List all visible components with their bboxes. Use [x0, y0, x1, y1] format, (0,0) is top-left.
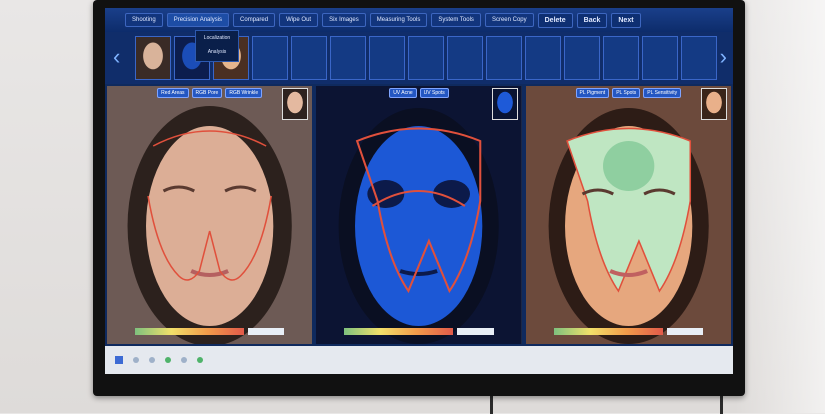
taskbar-app-icon[interactable] [133, 357, 139, 363]
chip-uv-acne[interactable]: UV Acne [389, 88, 417, 98]
chip-red-areas[interactable]: Red Areas [157, 88, 189, 98]
mode-chips: Red Areas RGB Pore RGB Wrinkle [157, 88, 263, 98]
chip-rgb-pore[interactable]: RGB Pore [191, 88, 223, 98]
panel-pl: PL Pigment PL Spots PL Sensitivity [525, 86, 731, 344]
thumbnail-empty[interactable] [525, 36, 561, 80]
thumbnail-empty[interactable] [369, 36, 405, 80]
thumbnail-empty[interactable] [642, 36, 678, 80]
chip-rgb-wrinkle[interactable]: RGB Wrinkle [225, 88, 263, 98]
chip-uv-spots[interactable]: UV Spots [419, 88, 449, 98]
thumbnail[interactable] [135, 36, 171, 80]
severity-box [457, 328, 494, 335]
face-image-rgb [107, 86, 313, 344]
severity-box [666, 328, 703, 335]
top-menu-bar: Shooting Precision Analysis Compared Wip… [105, 8, 733, 32]
severity-bar [316, 328, 521, 338]
taskbar-app-icon[interactable] [165, 357, 171, 363]
thumbnail-empty[interactable] [447, 36, 483, 80]
menu-shooting[interactable]: Shooting [125, 13, 163, 27]
chevron-right-icon[interactable]: › [720, 44, 727, 70]
face-image-uv [316, 86, 522, 344]
taskbar-app-icon[interactable] [181, 357, 187, 363]
menu-precision-analysis[interactable]: Precision Analysis [166, 13, 230, 27]
severity-scale [553, 328, 663, 335]
back-button[interactable]: Back [576, 12, 608, 28]
precision-analysis-submenu: Localization Analysis [195, 30, 239, 62]
panel-mini-thumbnail [282, 88, 309, 120]
face-image-pl [525, 86, 731, 344]
delete-button[interactable]: Delete [537, 12, 573, 28]
menu-wipe-out[interactable]: Wipe Out [279, 13, 319, 27]
taskbar [105, 346, 733, 374]
submenu-analysis[interactable]: Analysis [196, 45, 238, 59]
severity-box [248, 328, 285, 335]
menu-compared[interactable]: Compared [233, 13, 276, 27]
taskbar-app-icon[interactable] [149, 357, 155, 363]
thumbnail-empty[interactable] [486, 36, 522, 80]
windows-start-icon[interactable] [115, 356, 123, 364]
menu-measuring-tools[interactable]: Measuring Tools [369, 13, 428, 27]
thumbnail-empty[interactable] [252, 36, 288, 80]
screen: Shooting Precision Analysis Compared Wip… [105, 8, 733, 374]
panel-rgb: Red Areas RGB Pore RGB Wrinkle [107, 86, 313, 344]
chip-pl-sensitivity[interactable]: PL Sensitivity [643, 88, 682, 98]
taskbar-app-icon[interactable] [197, 357, 203, 363]
chip-pl-spots[interactable]: PL Spots [612, 88, 641, 98]
mode-chips: PL Pigment PL Spots PL Sensitivity [575, 88, 682, 98]
menu-screen-copy[interactable]: Screen Copy [484, 13, 534, 27]
mode-chips: UV Acne UV Spots [389, 88, 449, 98]
thumbnail-empty[interactable] [330, 36, 366, 80]
monitor: Shooting Precision Analysis Compared Wip… [93, 0, 745, 396]
panel-mini-thumbnail [700, 88, 727, 120]
analysis-panels: Red Areas RGB Pore RGB Wrinkle UV Acne U… [105, 86, 733, 344]
next-button[interactable]: Next [611, 12, 641, 28]
chevron-left-icon[interactable]: ‹ [113, 44, 120, 70]
panel-mini-thumbnail [491, 88, 518, 120]
thumbnail-empty[interactable] [681, 36, 717, 80]
menu-system-tools[interactable]: System Tools [431, 13, 481, 27]
submenu-localization[interactable]: Localization [196, 31, 238, 45]
thumbnail-empty[interactable] [564, 36, 600, 80]
severity-scale [344, 328, 454, 335]
panel-uv: UV Acne UV Spots [316, 86, 522, 344]
severity-bar [526, 328, 731, 338]
chip-pl-pigment[interactable]: PL Pigment [575, 88, 610, 98]
severity-bar [107, 328, 312, 338]
thumbnail-empty[interactable] [291, 36, 327, 80]
severity-scale [135, 328, 244, 335]
menu-six-images[interactable]: Six Images [322, 13, 366, 27]
thumbnail-empty[interactable] [603, 36, 639, 80]
wall-shadow [735, 0, 825, 413]
thumbnail-empty[interactable] [408, 36, 444, 80]
